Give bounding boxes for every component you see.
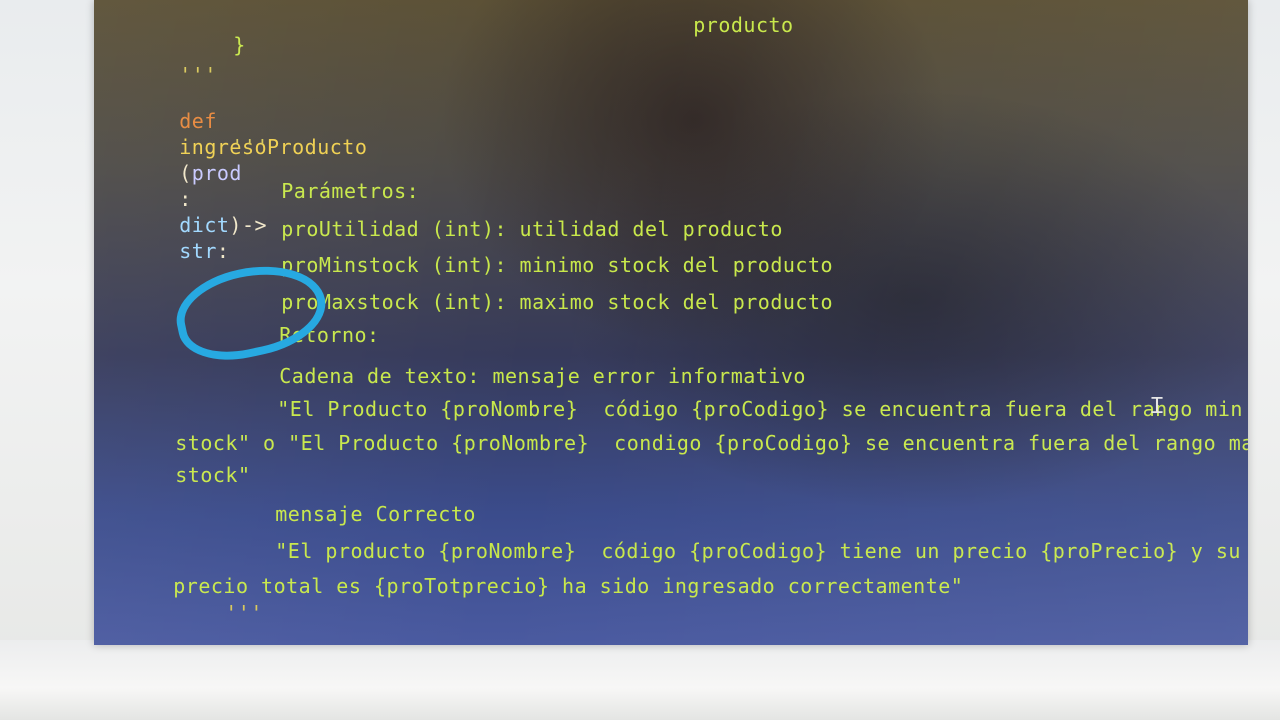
code-line-params-header: Parámetros: — [206, 152, 419, 203]
type-colon: : — [179, 187, 192, 211]
code-line-error-3: stock" — [100, 436, 251, 487]
error-message-line: stock" o "El Producto {proNombre} condig… — [175, 431, 1248, 455]
closing-brace: } — [233, 33, 246, 57]
code-line-fragment: producto — [618, 0, 794, 37]
code-line-param-1: proUtilidad (int): utilidad del producto — [206, 190, 783, 241]
code-line-doc-close-top: ''' — [104, 36, 217, 87]
code-line-pass: pass — [148, 615, 273, 645]
code-line-def: def ingresoProducto (prod : dict)-> str: — [104, 82, 367, 263]
code-line-param-2: proMinstock (int): minimo stock del prod… — [206, 226, 833, 277]
code-line-correct-2: precio total es {proTotprecio} ha sido i… — [98, 547, 963, 598]
pass-keyword: pass — [223, 642, 273, 645]
correct-message-line: precio total es {proTotprecio} ha sido i… — [173, 574, 964, 598]
code-line-doc-close: ''' — [150, 574, 263, 625]
code-line-correct-header: mensaje Correcto — [200, 475, 476, 526]
text-cursor-icon: Ｉ — [1146, 394, 1169, 419]
code-line-error-1: "El Producto {proNombre} código {proCodi… — [202, 370, 1243, 421]
desk-surface — [0, 640, 1280, 720]
code-line-doc-open: ''' — [156, 108, 269, 159]
code-fragment: producto — [693, 13, 794, 37]
code-line-correct-1: "El producto {proNombre} código {proCodi… — [200, 512, 1241, 563]
code-line-closing-brace: } — [158, 6, 246, 57]
code-line-error-2: stock" o "El Producto {proNombre} condig… — [100, 404, 1248, 455]
